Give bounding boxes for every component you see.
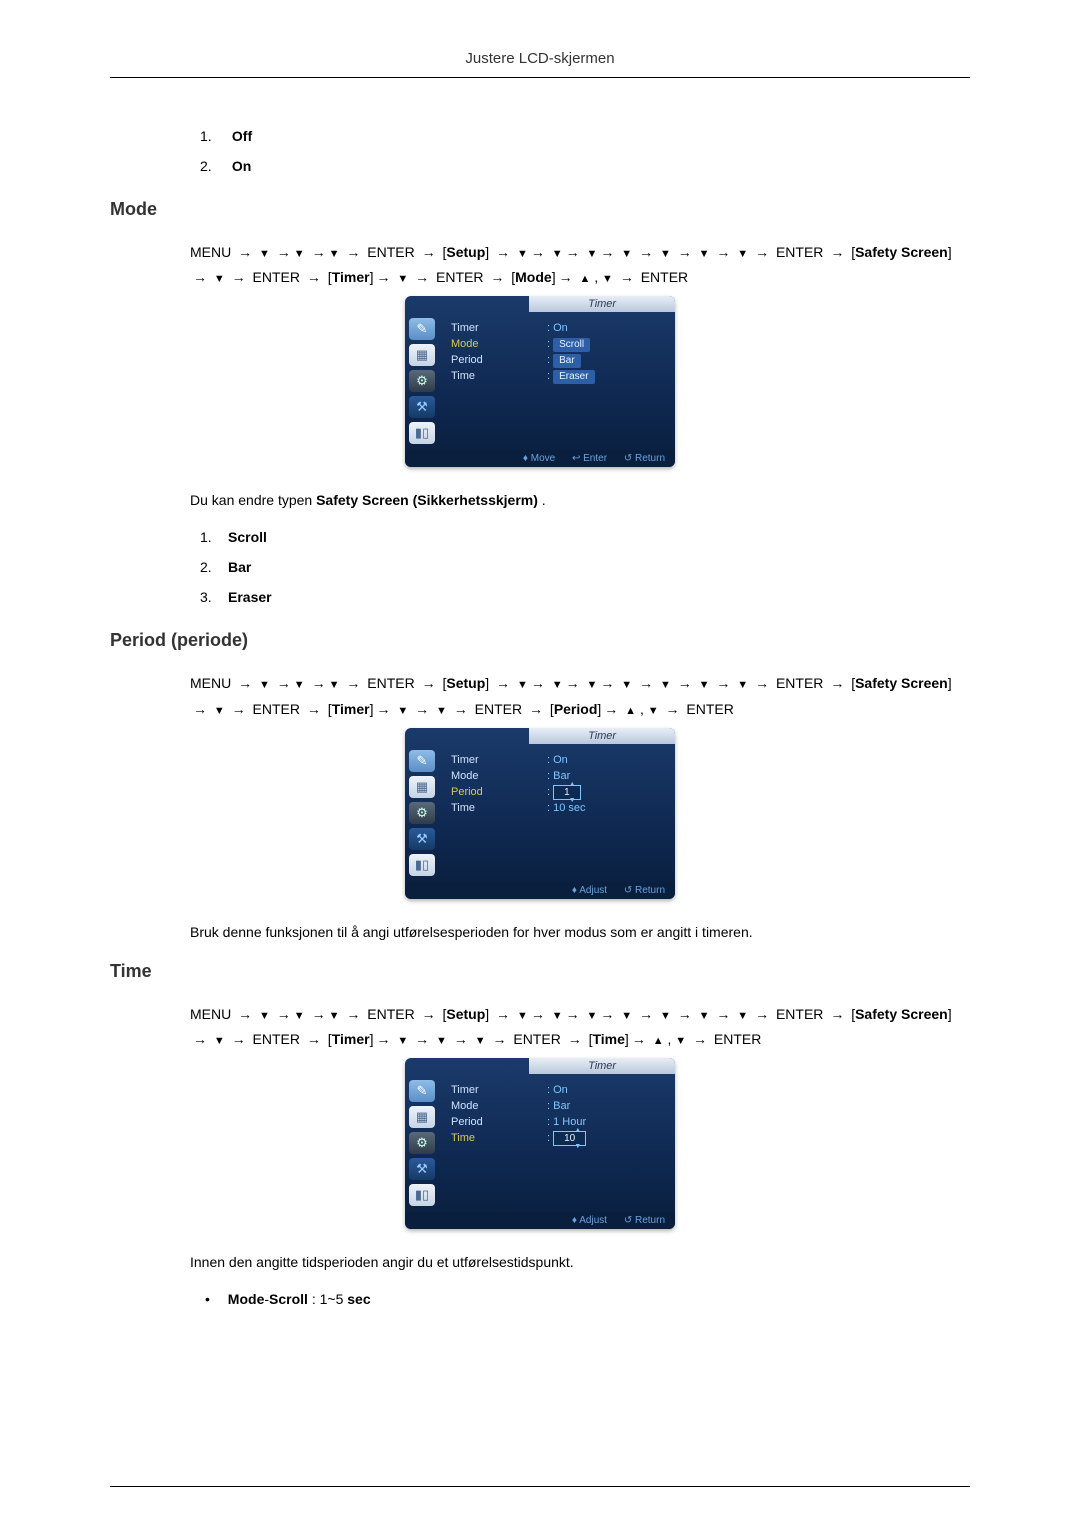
- list-label: On: [232, 158, 251, 174]
- osd-hint-enter: ↩ Enter: [572, 453, 607, 464]
- osd-row-label: Mode: [451, 768, 543, 784]
- osd-labels: Timer Mode Period Time: [449, 1078, 545, 1212]
- osd-row-value: : Bar: [547, 768, 673, 784]
- settings-icon: ⚒: [409, 828, 435, 850]
- list-label: Off: [232, 128, 252, 144]
- osd-hint-return: ↺ Return: [624, 885, 665, 896]
- osd-row-value: : On: [547, 752, 673, 768]
- list-item: 2. On: [200, 158, 970, 174]
- picture-icon: ▦: [409, 1106, 435, 1128]
- list-item: 1.Scroll: [200, 529, 970, 545]
- gear-icon: ⚙: [409, 802, 435, 824]
- tools-icon: ✎: [409, 750, 435, 772]
- gear-icon: ⚙: [409, 370, 435, 392]
- footer-rule: [110, 1486, 970, 1487]
- period-description: Bruk denne funksjonen til å angi utførel…: [190, 922, 970, 943]
- picture-icon: ▦: [409, 344, 435, 366]
- section-heading-period: Period (periode): [110, 630, 970, 651]
- nav-path-period: MENU → ▼ →▼ →▼ → ENTER → [Setup] → ▼→ ▼→…: [190, 671, 970, 721]
- settings-icon: ⚒: [409, 1158, 435, 1180]
- time-bullets: Mode-Scroll : 1~5 sec: [205, 1291, 970, 1307]
- osd-row-label: Period: [451, 352, 543, 368]
- settings-icon: ⚒: [409, 396, 435, 418]
- osd-hint-return: ↺ Return: [624, 1215, 665, 1226]
- mode-options-list: 1.Scroll 2.Bar 3.Eraser: [200, 529, 970, 605]
- osd-hint-move: ♦ Move: [523, 453, 555, 464]
- osd-row-label: Timer: [451, 1082, 543, 1098]
- osd-row-label: Time: [451, 800, 543, 816]
- chart-icon: ▮▯: [409, 854, 435, 876]
- osd-row-value: : On: [547, 1082, 673, 1098]
- osd-dropdown-item[interactable]: Eraser: [553, 370, 594, 384]
- osd-title: Timer: [529, 728, 675, 744]
- tools-icon: ✎: [409, 1080, 435, 1102]
- osd-row-label: Mode: [451, 336, 543, 352]
- osd-panel-period: Timer ✎ ▦ ⚙ ⚒ ▮▯ Timer Mode Period Time …: [405, 728, 675, 899]
- osd-row-label: Period: [451, 784, 543, 800]
- osd-hint-adjust: ♦ Adjust: [572, 1215, 607, 1226]
- chart-icon: ▮▯: [409, 422, 435, 444]
- osd-row-label: Period: [451, 1114, 543, 1130]
- section-heading-mode: Mode: [110, 199, 970, 220]
- osd-row-value: : 1 Hour: [547, 1114, 673, 1130]
- tools-icon: ✎: [409, 318, 435, 340]
- osd-panel-time: Timer ✎ ▦ ⚙ ⚒ ▮▯ Timer Mode Period Time …: [405, 1058, 675, 1229]
- nav-path-time: MENU → ▼ →▼ →▼ → ENTER → [Setup] → ▼→ ▼→…: [190, 1002, 970, 1052]
- osd-values: : On : Scroll : Bar : Eraser: [545, 316, 675, 450]
- osd-title: Timer: [529, 296, 675, 312]
- nav-path-mode: MENU → ▼ →▼ →▼ → ENTER → [Setup] → ▼→ ▼→…: [190, 240, 970, 290]
- mode-description: Du kan endre typen Safety Screen (Sikker…: [190, 490, 970, 511]
- osd-icon-column: ✎ ▦ ⚙ ⚒ ▮▯: [405, 748, 449, 882]
- list-item: 1. Off: [200, 128, 970, 144]
- osd-values: : On : Bar : 1 Hour : 10: [545, 1078, 675, 1212]
- gear-icon: ⚙: [409, 1132, 435, 1154]
- osd-icon-column: ✎ ▦ ⚙ ⚒ ▮▯: [405, 316, 449, 450]
- osd-hint-return: ↺ Return: [624, 453, 665, 464]
- osd-dropdown-item[interactable]: Bar: [553, 354, 581, 368]
- list-item: 2.Bar: [200, 559, 970, 575]
- osd-panel-mode: Timer ✎ ▦ ⚙ ⚒ ▮▯ Timer Mode Period Time …: [405, 296, 675, 467]
- list-item: Mode-Scroll : 1~5 sec: [205, 1291, 970, 1307]
- osd-icon-column: ✎ ▦ ⚙ ⚒ ▮▯: [405, 1078, 449, 1212]
- page-header: Justere LCD-skjermen: [110, 50, 970, 78]
- osd-spin-value[interactable]: 1: [553, 785, 581, 800]
- osd-footer: ♦ Move ↩ Enter ↺ Return: [405, 450, 675, 467]
- list-number: 1.: [200, 128, 228, 144]
- section-heading-time: Time: [110, 961, 970, 982]
- osd-values: : On : Bar : 1 : 10 sec: [545, 748, 675, 882]
- osd-row-label: Timer: [451, 752, 543, 768]
- picture-icon: ▦: [409, 776, 435, 798]
- osd-title: Timer: [529, 1058, 675, 1074]
- list-item: 3.Eraser: [200, 589, 970, 605]
- osd-spin-value[interactable]: 10: [553, 1131, 586, 1146]
- off-on-list: 1. Off 2. On: [200, 128, 970, 174]
- osd-row-label: Time: [451, 1130, 543, 1146]
- osd-row-value: : On: [547, 320, 673, 336]
- list-number: 2.: [200, 158, 228, 174]
- page-title: Justere LCD-skjermen: [465, 50, 614, 67]
- osd-labels: Timer Mode Period Time: [449, 748, 545, 882]
- osd-hint-adjust: ♦ Adjust: [572, 885, 607, 896]
- osd-footer: ♦ Adjust ↺ Return: [405, 882, 675, 899]
- time-description: Innen den angitte tidsperioden angir du …: [190, 1252, 970, 1273]
- osd-row-value: : 10 sec: [547, 800, 673, 816]
- osd-row-label: Mode: [451, 1098, 543, 1114]
- osd-row-label: Time: [451, 368, 543, 384]
- osd-row-label: Timer: [451, 320, 543, 336]
- osd-row-value: : Bar: [547, 1098, 673, 1114]
- osd-dropdown-item[interactable]: Scroll: [553, 338, 590, 352]
- osd-labels: Timer Mode Period Time: [449, 316, 545, 450]
- osd-footer: ♦ Adjust ↺ Return: [405, 1212, 675, 1229]
- chart-icon: ▮▯: [409, 1184, 435, 1206]
